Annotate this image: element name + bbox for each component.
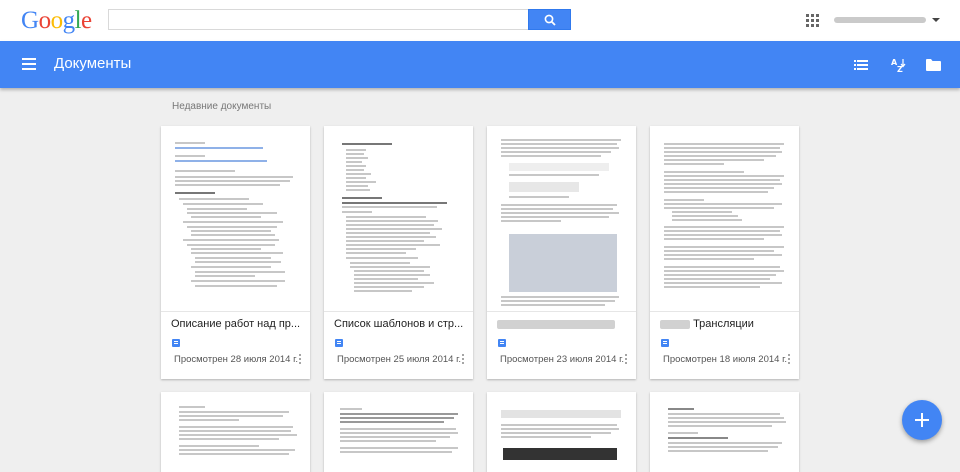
document-viewed-date: Просмотрен 18 июля 2014 г. <box>663 354 788 365</box>
more-options-icon[interactable] <box>299 354 302 366</box>
menu-icon[interactable] <box>22 58 36 70</box>
document-viewed-date: Просмотрен 25 июля 2014 г. <box>337 354 462 365</box>
docs-file-icon <box>172 339 180 347</box>
account-dropdown-icon[interactable] <box>932 18 940 22</box>
logo-letter: o <box>38 7 52 34</box>
document-thumbnail <box>650 126 799 312</box>
search-input[interactable] <box>108 9 528 30</box>
app-title: Документы <box>54 55 132 72</box>
document-title-text: Трансляции <box>693 318 754 330</box>
document-card[interactable]: Список шаблонов и стр... Просмотрен 25 и… <box>324 126 473 379</box>
docs-file-icon <box>335 339 343 347</box>
apps-grid-icon[interactable] <box>806 14 819 27</box>
document-card[interactable]: Трансляции Просмотрен 18 июля 2014 г. <box>650 126 799 379</box>
logo-letter: e <box>81 7 92 34</box>
search-button[interactable] <box>528 9 571 30</box>
section-title: Недавние документы <box>172 101 272 112</box>
account-email[interactable] <box>834 17 926 23</box>
document-thumbnail <box>179 406 297 455</box>
google-logo[interactable]: Google <box>21 7 92 35</box>
more-options-icon[interactable] <box>462 354 465 366</box>
plus-icon <box>915 413 929 427</box>
document-card[interactable]: Просмотрен 23 июля 2014 г. <box>487 126 636 379</box>
list-view-icon[interactable] <box>850 54 872 76</box>
redacted-text <box>660 319 690 329</box>
app-bar: Документы A Z <box>0 41 960 88</box>
create-document-button[interactable] <box>902 400 942 440</box>
more-options-icon[interactable] <box>788 354 791 366</box>
document-title: Список шаблонов и стр... <box>334 318 464 330</box>
document-card[interactable] <box>324 392 473 472</box>
document-title: Трансляции <box>660 318 793 330</box>
document-thumbnail <box>324 126 473 312</box>
document-thumbnail <box>668 408 786 452</box>
logo-letter: g <box>62 7 76 34</box>
search-icon <box>544 14 556 26</box>
logo-letter: G <box>21 7 39 34</box>
document-card[interactable]: Описание работ над пр... Просмотрен 28 и… <box>161 126 310 379</box>
document-thumbnail <box>487 126 636 312</box>
top-bar: Google <box>0 0 960 41</box>
more-options-icon[interactable] <box>625 354 628 366</box>
document-thumbnail <box>340 408 458 453</box>
document-thumbnail <box>501 410 621 460</box>
document-title: Описание работ над пр... <box>171 318 301 330</box>
document-viewed-date: Просмотрен 28 июля 2014 г. <box>174 354 299 365</box>
document-card[interactable] <box>161 392 310 472</box>
document-title <box>497 318 630 330</box>
logo-letter: o <box>50 7 64 34</box>
docs-file-icon <box>498 339 506 347</box>
document-card[interactable] <box>487 392 636 472</box>
document-viewed-date: Просмотрен 23 июля 2014 г. <box>500 354 625 365</box>
document-card[interactable] <box>650 392 799 472</box>
sort-az-icon[interactable]: A Z <box>887 54 909 76</box>
docs-file-icon <box>661 339 669 347</box>
folder-icon[interactable] <box>922 54 944 76</box>
document-thumbnail <box>161 126 310 312</box>
